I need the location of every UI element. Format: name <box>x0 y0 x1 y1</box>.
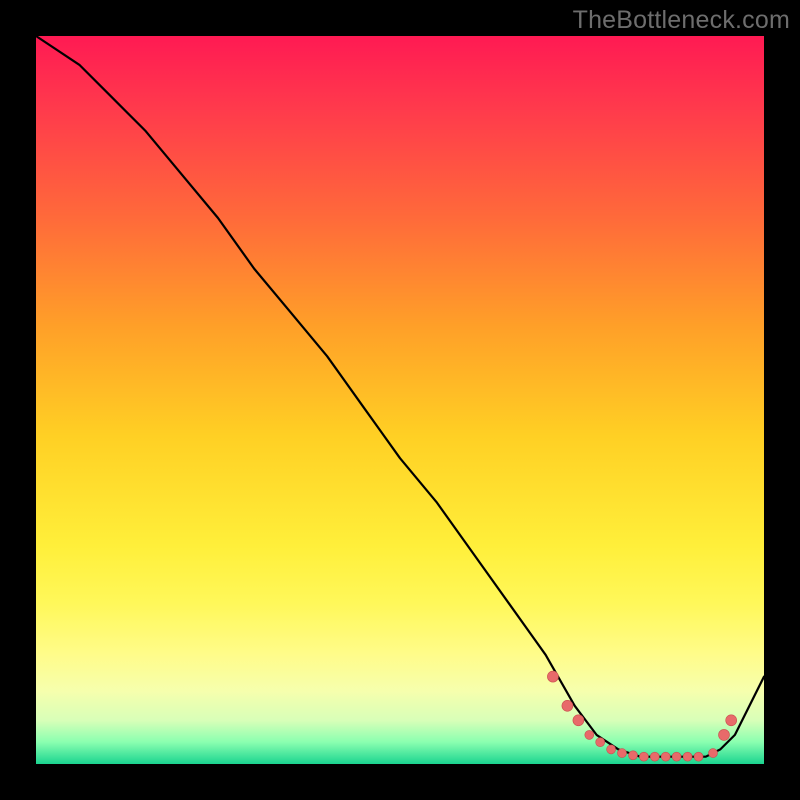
marker-dot <box>683 752 692 761</box>
marker-dot <box>585 730 594 739</box>
plot-area <box>36 36 764 764</box>
marker-dot <box>596 738 605 747</box>
marker-dot <box>639 752 648 761</box>
marker-dot <box>709 749 718 758</box>
marker-dot <box>547 671 558 682</box>
marker-dot <box>694 752 703 761</box>
marker-dot <box>726 715 737 726</box>
marker-dot <box>719 729 730 740</box>
marker-dot <box>650 752 659 761</box>
marker-dot <box>629 751 638 760</box>
marker-dot <box>573 715 584 726</box>
marker-dots <box>547 671 736 761</box>
marker-dot <box>661 752 670 761</box>
curve-svg <box>36 36 764 764</box>
marker-dot <box>562 700 573 711</box>
marker-dot <box>607 745 616 754</box>
marker-dot <box>618 749 627 758</box>
watermark-text: TheBottleneck.com <box>573 6 790 35</box>
chart-frame: TheBottleneck.com <box>0 0 800 800</box>
marker-dot <box>672 752 681 761</box>
bottleneck-curve <box>36 36 764 757</box>
